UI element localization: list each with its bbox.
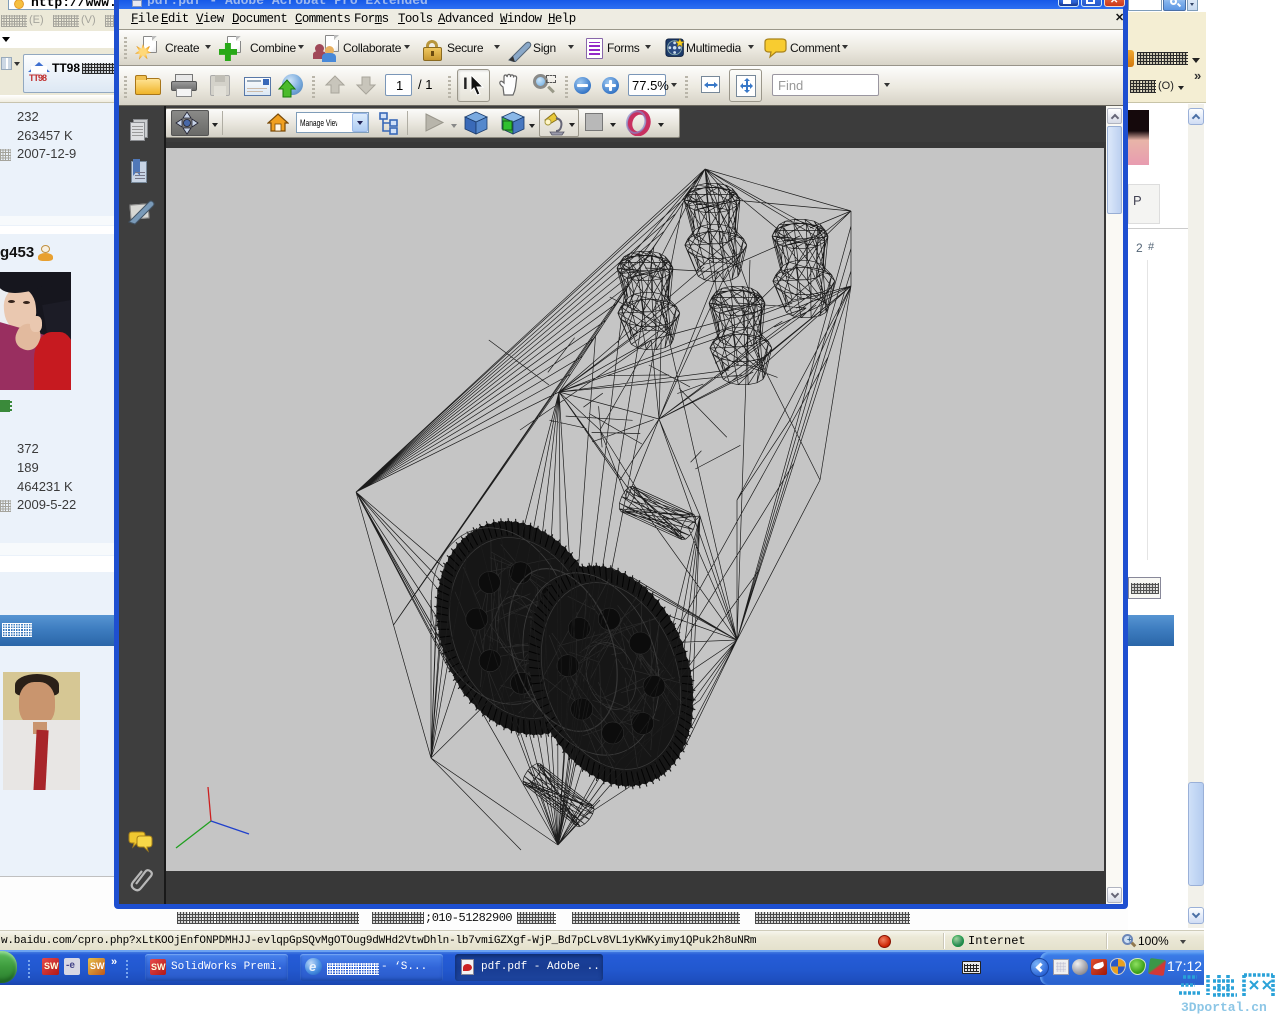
svg-text:3Dportal.cn: 3Dportal.cn — [1181, 1000, 1267, 1015]
